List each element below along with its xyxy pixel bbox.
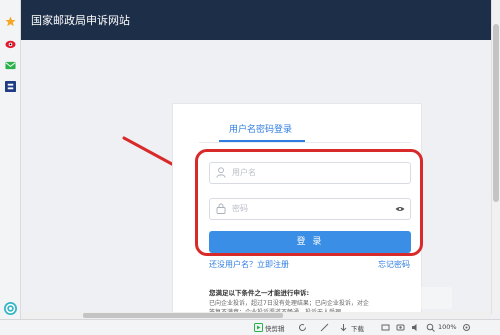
site-title: 国家邮政局申诉网站 [31, 14, 130, 27]
refresh-icon[interactable] [298, 323, 307, 332]
mail-icon[interactable] [5, 60, 16, 71]
tab-divider [199, 142, 411, 143]
vertical-scrollbar[interactable] [491, 0, 500, 314]
weibo-icon[interactable] [5, 38, 16, 49]
annotation-highlight-box [195, 149, 423, 256]
zoom-level[interactable]: 100% [438, 323, 457, 331]
horizontal-scroll-thumb[interactable] [83, 313, 283, 318]
zoom-icon[interactable] [426, 323, 435, 332]
horizontal-scrollbar[interactable] [21, 312, 491, 319]
site-header: 国家邮政局申诉网站 [21, 0, 491, 40]
quick-clip-icon[interactable] [254, 323, 263, 332]
pin-icon[interactable] [320, 323, 329, 332]
notice-title: 您满足以下条件之一才能进行申诉: [209, 289, 310, 297]
screenshot-icon[interactable] [396, 323, 405, 332]
forgot-password-link[interactable]: 忘记密码 [378, 259, 410, 270]
app-icon[interactable] [5, 81, 16, 92]
volume-icon[interactable] [411, 323, 420, 332]
star-icon[interactable] [5, 16, 16, 27]
left-toolbar [0, 0, 21, 334]
vertical-scroll-thumb[interactable] [493, 24, 499, 202]
download-label[interactable]: 下载 [351, 323, 364, 333]
lifebuoy-icon [5, 303, 16, 314]
register-link[interactable]: 还没用户名？立即注册 [209, 259, 289, 270]
quick-clip-label[interactable]: 快剪辑 [265, 323, 285, 333]
watermark-logo [384, 287, 452, 309]
download-icon[interactable] [339, 323, 348, 332]
window-icon[interactable] [381, 323, 390, 332]
browser-status-bar: 快剪辑 下载 100% [0, 319, 500, 335]
tab-username-password-login[interactable]: 用户名密码登录 [229, 122, 292, 135]
settings-icon[interactable] [462, 323, 471, 332]
help-float-icon[interactable] [4, 302, 17, 315]
